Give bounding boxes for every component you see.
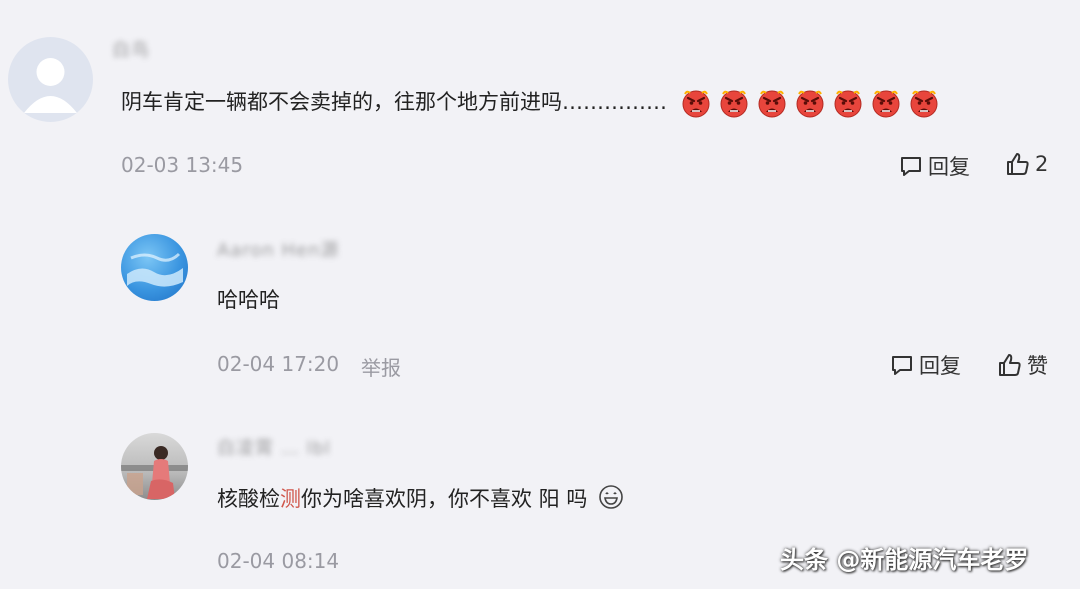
watermark: 头条 @新能源汽车老罗 bbox=[780, 546, 1029, 574]
thumbs-up-icon bbox=[1007, 153, 1029, 175]
comment-text-part: 你为啥喜欢阴，你不喜欢 阳 吗 bbox=[301, 487, 588, 511]
timestamp: 02-04 17:20 bbox=[217, 352, 340, 376]
comment-text: 阴车肯定一辆都不会卖掉的，往那个地方前进吗…………… bbox=[121, 88, 939, 118]
angry-face-icon bbox=[682, 90, 710, 118]
like-button[interactable]: 2 bbox=[1005, 151, 1048, 177]
comment-bubble-icon bbox=[892, 356, 912, 375]
comment-bubble-icon bbox=[901, 157, 921, 176]
angry-face-icon bbox=[796, 90, 824, 118]
angry-face-icon bbox=[872, 90, 900, 118]
username[interactable]: Aaron Hen源 bbox=[217, 240, 340, 262]
timestamp: 02-03 13:45 bbox=[121, 153, 244, 177]
angry-face-icon bbox=[720, 90, 748, 118]
emoji-row bbox=[673, 90, 939, 118]
like-label: 赞 bbox=[1027, 354, 1048, 378]
grin-face-icon bbox=[599, 485, 623, 509]
like-button[interactable]: 赞 bbox=[997, 350, 1048, 380]
comment-text-body: 阴车肯定一辆都不会卖掉的，往那个地方前进吗…………… bbox=[121, 90, 667, 114]
angry-face-icon bbox=[910, 90, 938, 118]
timestamp: 02-04 08:14 bbox=[217, 549, 340, 573]
comment-text-highlight: 测 bbox=[280, 487, 301, 511]
username[interactable]: 白凌霄 … lbl bbox=[217, 438, 331, 460]
report-button[interactable]: 举报 bbox=[361, 352, 401, 381]
avatar[interactable] bbox=[121, 234, 188, 301]
reply-button[interactable]: 回复 bbox=[889, 350, 961, 380]
comment-text-part: 核酸检 bbox=[217, 487, 280, 511]
comment-text: 哈哈哈 bbox=[217, 288, 280, 312]
avatar[interactable] bbox=[121, 433, 188, 500]
default-avatar-icon[interactable] bbox=[8, 37, 93, 122]
reply-label: 回复 bbox=[928, 155, 970, 179]
angry-face-icon bbox=[834, 90, 862, 118]
username[interactable]: 白鸟 bbox=[112, 40, 150, 62]
thumbs-up-icon bbox=[999, 354, 1021, 376]
angry-face-icon bbox=[758, 90, 786, 118]
reply-label: 回复 bbox=[919, 354, 961, 378]
comment-text: 核酸检测你为啥喜欢阴，你不喜欢 阳 吗 bbox=[217, 484, 624, 513]
reply-button[interactable]: 回复 bbox=[898, 151, 970, 181]
like-count: 2 bbox=[1035, 152, 1049, 176]
